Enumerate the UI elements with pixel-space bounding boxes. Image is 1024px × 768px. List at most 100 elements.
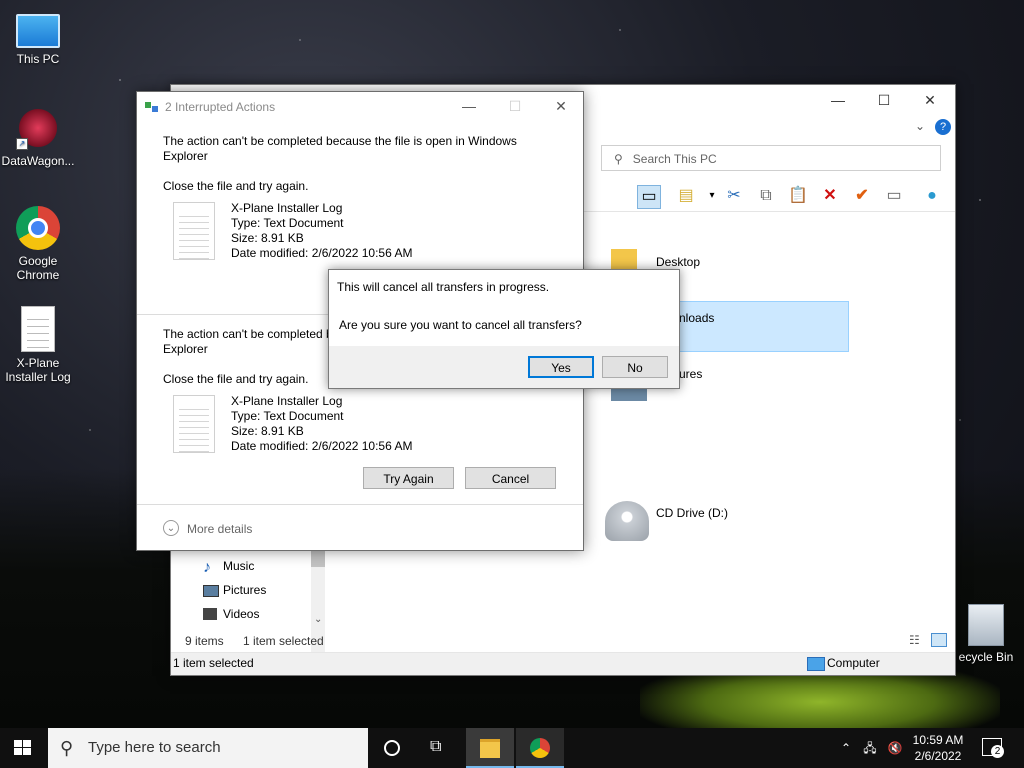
- notification-badge: 2: [991, 745, 1004, 758]
- nav-item-pictures[interactable]: Pictures: [223, 583, 266, 597]
- search-placeholder: Search This PC: [632, 152, 717, 166]
- desktop-icon-label: DataWagon...: [1, 154, 75, 168]
- folder-icon: [480, 739, 500, 758]
- close-button[interactable]: ✕: [541, 92, 581, 120]
- ribbon-expand-chevron-icon[interactable]: ⌄: [915, 119, 925, 133]
- clock[interactable]: 10:59 AM 2/6/2022: [910, 732, 966, 764]
- rename-field-icon[interactable]: ▭: [883, 185, 905, 207]
- file-date: Date modified: 2/6/2022 10:56 AM: [231, 439, 413, 453]
- file-info: X-Plane Installer Log Type: Text Documen…: [231, 394, 412, 454]
- copy-icon[interactable]: ⧉: [755, 185, 777, 207]
- cut-icon[interactable]: ✂: [723, 185, 745, 207]
- desktop-icon-chrome[interactable]: Google Chrome: [0, 206, 76, 282]
- content-item-desktop[interactable]: Desktop: [656, 255, 700, 269]
- action-center-icon[interactable]: 2: [982, 738, 1004, 758]
- file-type: Type: Text Document: [231, 216, 344, 230]
- network-icon[interactable]: 🖧: [860, 728, 880, 768]
- pictures-icon: [203, 585, 219, 597]
- volume-muted-icon[interactable]: 🔇: [884, 728, 906, 768]
- computer-icon: [807, 657, 825, 671]
- selected-count: 1 item selected: [243, 634, 324, 648]
- maximize-button[interactable]: ☐: [861, 85, 907, 115]
- desktop-icon-this-pc[interactable]: This PC: [0, 8, 76, 66]
- large-icons-view-icon[interactable]: [931, 633, 947, 647]
- footer-divider: [137, 504, 583, 505]
- paste-icon[interactable]: 📋: [787, 185, 809, 207]
- confirm-line-1: This will cancel all transfers in progre…: [337, 280, 550, 294]
- no-button[interactable]: No: [602, 356, 668, 378]
- computer-icon: [16, 14, 60, 48]
- yes-button[interactable]: Yes: [528, 356, 594, 378]
- rename-check-icon[interactable]: ✔: [851, 185, 873, 207]
- music-icon: ♪: [203, 559, 211, 576]
- delete-icon[interactable]: ✕: [819, 185, 841, 207]
- close-button[interactable]: ✕: [907, 85, 953, 115]
- preview-pane-icon[interactable]: ▭: [637, 185, 661, 209]
- text-document-icon: [173, 395, 215, 453]
- cd-drive-icon: [605, 501, 649, 541]
- status-selected: 1 item selected: [173, 656, 254, 670]
- dropdown-arrow-icon[interactable]: ▾: [701, 185, 723, 207]
- chevron-down-icon[interactable]: ⌄: [163, 520, 179, 536]
- desktop-icon-datawagon[interactable]: ↗ DataWagon...: [0, 106, 76, 168]
- search-placeholder: Type here to search: [88, 739, 221, 756]
- file-type: Type: Text Document: [231, 409, 344, 423]
- desktop-icon-label: Google Chrome: [16, 254, 60, 282]
- desktop-icon-label: X-Plane Installer Log: [5, 356, 71, 384]
- content-item-pictures[interactable]: ures: [679, 367, 702, 381]
- desktop-icon-label: ecycle Bin: [958, 650, 1014, 664]
- text-document-icon: [21, 306, 55, 352]
- search-icon: ⚲: [614, 152, 623, 166]
- cortana-icon[interactable]: [384, 740, 400, 756]
- error-message: The action can't be completed because th…: [163, 134, 517, 163]
- videos-icon: [203, 608, 217, 620]
- dialog-title: 2 Interrupted Actions: [165, 100, 276, 114]
- chrome-icon: [16, 206, 60, 250]
- minimize-button[interactable]: —: [449, 92, 489, 120]
- shortcut-arrow-icon: ↗: [16, 138, 28, 150]
- network-globe-icon[interactable]: ●: [921, 185, 943, 207]
- file-name: X-Plane Installer Log: [231, 394, 343, 408]
- content-item-downloads[interactable]: nloads: [679, 311, 714, 325]
- nav-item-videos[interactable]: Videos: [223, 607, 259, 621]
- clock-date: 2/6/2022: [914, 749, 962, 763]
- task-view-icon[interactable]: ⧉: [430, 738, 441, 756]
- file-size: Size: 8.91 KB: [231, 231, 304, 245]
- cancel-button[interactable]: Cancel: [465, 467, 556, 489]
- help-icon[interactable]: ?: [935, 119, 951, 135]
- taskbar: ⚲ Type here to search ⧉ ⌃ 🖧 🔇 10:59 AM 2…: [0, 728, 1024, 768]
- details-view-icon[interactable]: ☷: [909, 633, 920, 647]
- try-again-button[interactable]: Try Again: [363, 467, 454, 489]
- error-message: The action can't be completed b Explorer: [163, 327, 333, 356]
- taskbar-file-explorer[interactable]: [466, 728, 514, 768]
- transfer-icon: [145, 102, 159, 112]
- explorer-search-input[interactable]: ⚲ Search This PC: [601, 145, 941, 171]
- file-name: X-Plane Installer Log: [231, 201, 343, 215]
- windows-start-icon[interactable]: [14, 740, 32, 756]
- file-size: Size: 8.91 KB: [231, 424, 304, 438]
- desktop-icon-xplane-log[interactable]: X-Plane Installer Log: [0, 306, 76, 384]
- cancel-transfers-dialog: This will cancel all transfers in progre…: [328, 269, 680, 389]
- status-bar: 1 item selected Computer: [171, 652, 955, 675]
- scroll-down-icon[interactable]: ⌄: [314, 614, 322, 625]
- desktop-icon-recycle-bin[interactable]: ecycle Bin: [948, 604, 1024, 664]
- error-instruction: Close the file and try again.: [163, 372, 309, 386]
- show-hidden-icons-chevron-icon[interactable]: ⌃: [836, 728, 856, 768]
- content-item-cd-drive[interactable]: CD Drive (D:): [656, 506, 728, 520]
- item-count: 9 items: [185, 634, 224, 648]
- folder-icon: [611, 249, 637, 271]
- more-details-link[interactable]: More details: [187, 522, 252, 536]
- taskbar-search-input[interactable]: ⚲ Type here to search: [48, 728, 368, 768]
- error-instruction: Close the file and try again.: [163, 179, 309, 193]
- taskbar-chrome[interactable]: [516, 728, 564, 768]
- status-computer: Computer: [827, 656, 880, 670]
- nav-item-music[interactable]: Music: [223, 559, 254, 573]
- file-info: X-Plane Installer Log Type: Text Documen…: [231, 201, 412, 261]
- minimize-button[interactable]: —: [815, 85, 861, 115]
- chrome-icon: [530, 738, 550, 758]
- file-date: Date modified: 2/6/2022 10:56 AM: [231, 246, 413, 260]
- properties-icon[interactable]: ▤: [675, 185, 697, 207]
- text-document-icon: [173, 202, 215, 260]
- selected-item-highlight[interactable]: [679, 301, 849, 352]
- maximize-button: ☐: [508, 98, 522, 114]
